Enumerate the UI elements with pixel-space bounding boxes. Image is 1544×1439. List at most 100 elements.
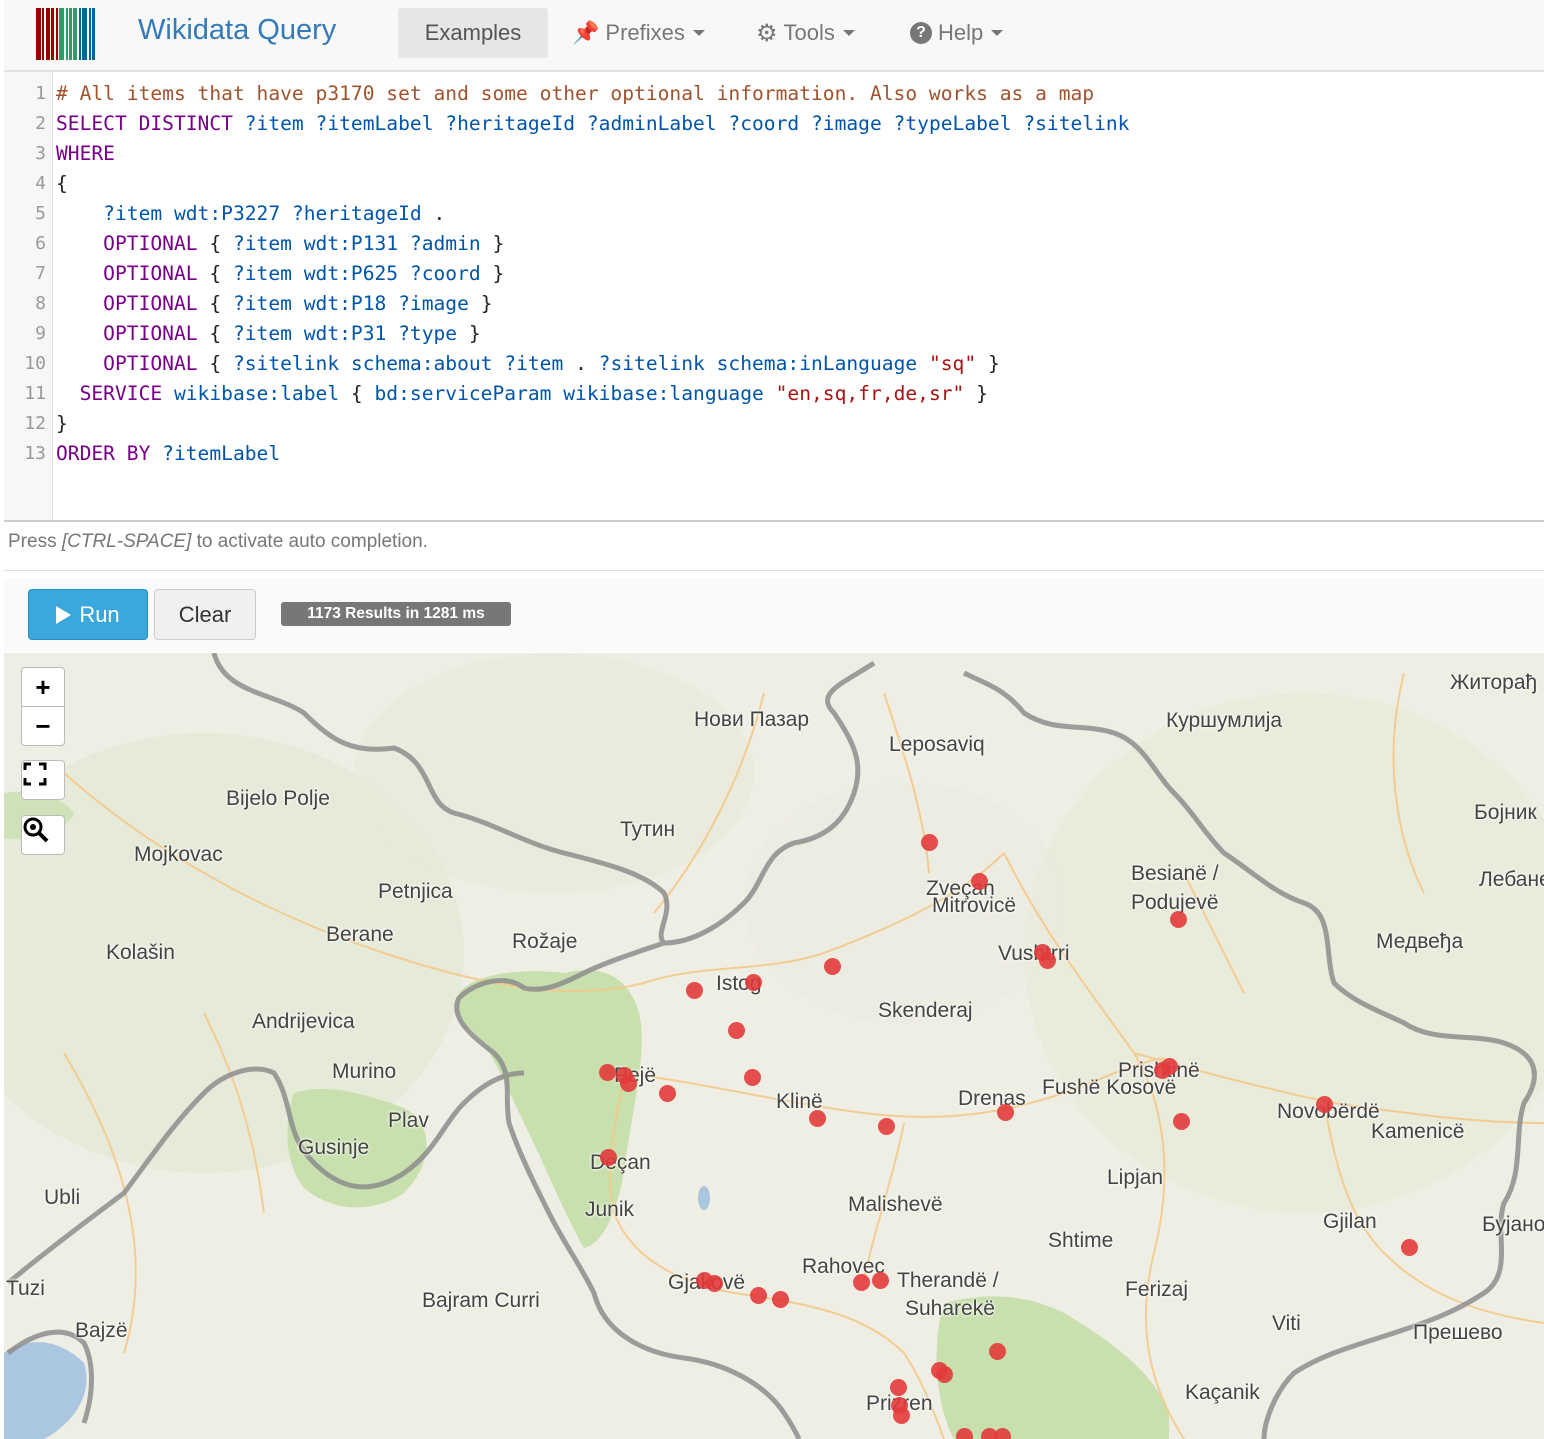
map-place-label: Kamenicë xyxy=(1371,1120,1465,1143)
code-line[interactable]: 2 SELECT DISTINCT ?item ?itemLabel ?herit… xyxy=(0,109,1540,139)
code-line[interactable]: 11 SERVICE wikibase:label { bd:servicePa… xyxy=(0,379,1540,409)
map-place-label: Tuzi xyxy=(6,1277,45,1300)
map-place-label: Berane xyxy=(326,923,394,946)
result-marker[interactable] xyxy=(745,974,762,991)
code-line[interactable]: 10 OPTIONAL { ?sitelink schema:about ?it… xyxy=(0,349,1540,379)
code-line[interactable]: 1 # All items that have p3170 set and som… xyxy=(0,79,1540,109)
result-marker[interactable] xyxy=(744,1069,761,1086)
line-number: 6 xyxy=(35,233,46,254)
code-line[interactable]: 7 OPTIONAL { ?item wdt:P625 ?coord } xyxy=(0,259,1540,289)
map-place-label: Drenas xyxy=(958,1087,1026,1110)
result-marker[interactable] xyxy=(600,1149,617,1166)
result-marker[interactable] xyxy=(872,1272,889,1289)
line-number: 5 xyxy=(35,203,46,224)
help-label: Help xyxy=(938,20,984,45)
results-map[interactable]: Нови Пазар Leposaviq Куршумлија Житорађ Bije… xyxy=(4,653,1544,1439)
zoom-out-button[interactable]: − xyxy=(21,706,65,746)
result-marker[interactable] xyxy=(853,1274,870,1291)
code-text: ?item wdt:P3227 ?heritageId . xyxy=(56,202,446,225)
chevron-down-icon xyxy=(842,30,855,36)
map-place-label: Ubli xyxy=(44,1186,81,1209)
map-place-label: Rožaje xyxy=(512,930,578,953)
result-marker[interactable] xyxy=(1401,1239,1418,1256)
code-line[interactable]: 4{ xyxy=(0,169,1540,199)
result-marker[interactable] xyxy=(971,873,988,890)
code-line[interactable]: 12} xyxy=(0,409,1540,439)
map-place-label: Fushë Kosovë xyxy=(1042,1076,1177,1099)
map-place-label: Mitrovicë xyxy=(932,894,1017,917)
map-place-label: Malishevë xyxy=(848,1193,943,1216)
code-text: WHERE xyxy=(56,142,115,165)
map-place-label: Житорађ xyxy=(1450,671,1538,694)
code-text: { xyxy=(56,172,68,195)
result-marker[interactable] xyxy=(989,1343,1006,1360)
map-place-label: Deçan xyxy=(590,1151,651,1174)
result-marker[interactable] xyxy=(824,958,841,975)
map-place-label: Therandë / xyxy=(897,1269,999,1292)
code-text: OPTIONAL { ?item wdt:P131 ?admin } xyxy=(56,232,505,255)
prefixes-menu[interactable]: 📌 Prefixes xyxy=(572,8,705,58)
run-button[interactable]: Run xyxy=(28,589,148,640)
result-marker[interactable] xyxy=(878,1118,895,1135)
result-marker[interactable] xyxy=(728,1022,745,1039)
code-line[interactable]: 3 WHERE xyxy=(0,139,1540,169)
run-label: Run xyxy=(79,601,120,627)
result-marker[interactable] xyxy=(620,1075,637,1092)
result-marker[interactable] xyxy=(750,1287,767,1304)
map-place-label: Bajram Curri xyxy=(422,1289,540,1312)
play-icon xyxy=(56,605,72,624)
hint-suffix: to activate auto completion. xyxy=(191,531,428,552)
code-line[interactable]: 13 ORDER BY ?itemLabel xyxy=(0,439,1540,469)
map-place-label: Лебане xyxy=(1479,868,1544,891)
line-number: 2 xyxy=(35,113,46,134)
map-place-label: Leposaviq xyxy=(889,733,985,756)
result-marker[interactable] xyxy=(921,834,938,851)
result-marker[interactable] xyxy=(1173,1113,1190,1130)
code-text: OPTIONAL { ?item wdt:P625 ?coord } xyxy=(56,262,505,285)
result-marker[interactable] xyxy=(706,1275,723,1292)
code-line[interactable]: 6 OPTIONAL { ?item wdt:P131 ?admin } xyxy=(0,229,1540,259)
result-marker[interactable] xyxy=(772,1291,789,1308)
autocomplete-hint: Press [CTRL-SPACE] to activate auto comp… xyxy=(8,531,428,553)
result-marker[interactable] xyxy=(1170,911,1187,928)
result-marker[interactable] xyxy=(1039,952,1056,969)
result-marker[interactable] xyxy=(956,1428,973,1439)
result-marker[interactable] xyxy=(809,1110,826,1127)
fullscreen-icon xyxy=(23,762,47,786)
clear-button[interactable]: Clear xyxy=(154,589,256,640)
result-marker[interactable] xyxy=(997,1104,1014,1121)
line-number: 8 xyxy=(35,293,46,314)
code-line[interactable]: 8 OPTIONAL { ?item wdt:P18 ?image } xyxy=(0,289,1540,319)
hint-keys: [CTRL-SPACE] xyxy=(61,531,192,552)
chevron-down-icon xyxy=(692,30,705,36)
line-number: 7 xyxy=(35,263,46,284)
examples-button[interactable]: Examples xyxy=(398,8,548,58)
code-line[interactable]: 9 OPTIONAL { ?item wdt:P31 ?type } xyxy=(0,319,1540,349)
map-place-label: Gjilan xyxy=(1323,1210,1377,1233)
map-place-label: Viti xyxy=(1272,1312,1301,1335)
result-marker[interactable] xyxy=(599,1064,616,1081)
app-title[interactable]: Wikidata Query xyxy=(138,14,336,47)
result-marker[interactable] xyxy=(686,982,703,999)
map-place-label: Kaçanik xyxy=(1185,1381,1260,1404)
result-marker[interactable] xyxy=(994,1428,1011,1439)
result-marker[interactable] xyxy=(659,1085,676,1102)
line-number: 10 xyxy=(24,353,46,374)
map-place-label: Бујановац xyxy=(1482,1213,1544,1236)
help-menu[interactable]: ? Help xyxy=(910,8,1004,58)
result-marker[interactable] xyxy=(936,1366,953,1383)
result-marker[interactable] xyxy=(893,1407,910,1424)
result-marker[interactable] xyxy=(1316,1096,1333,1113)
result-marker[interactable] xyxy=(890,1379,907,1396)
code-line[interactable]: 5 ?item wdt:P3227 ?heritageId . xyxy=(0,199,1540,229)
zoom-in-button[interactable]: + xyxy=(21,667,65,707)
map-place-label: Бојник xyxy=(1474,801,1537,824)
map-place-label: Gusinje xyxy=(298,1136,370,1159)
map-place-label: Bijelo Polje xyxy=(226,787,330,810)
fullscreen-button[interactable] xyxy=(21,760,65,800)
tools-menu[interactable]: ⚙ Tools xyxy=(756,8,855,58)
hint-divider xyxy=(4,570,1544,571)
map-place-label: Suharekë xyxy=(905,1297,995,1320)
result-marker[interactable] xyxy=(1161,1058,1178,1075)
zoom-to-fit-button[interactable] xyxy=(21,815,65,855)
